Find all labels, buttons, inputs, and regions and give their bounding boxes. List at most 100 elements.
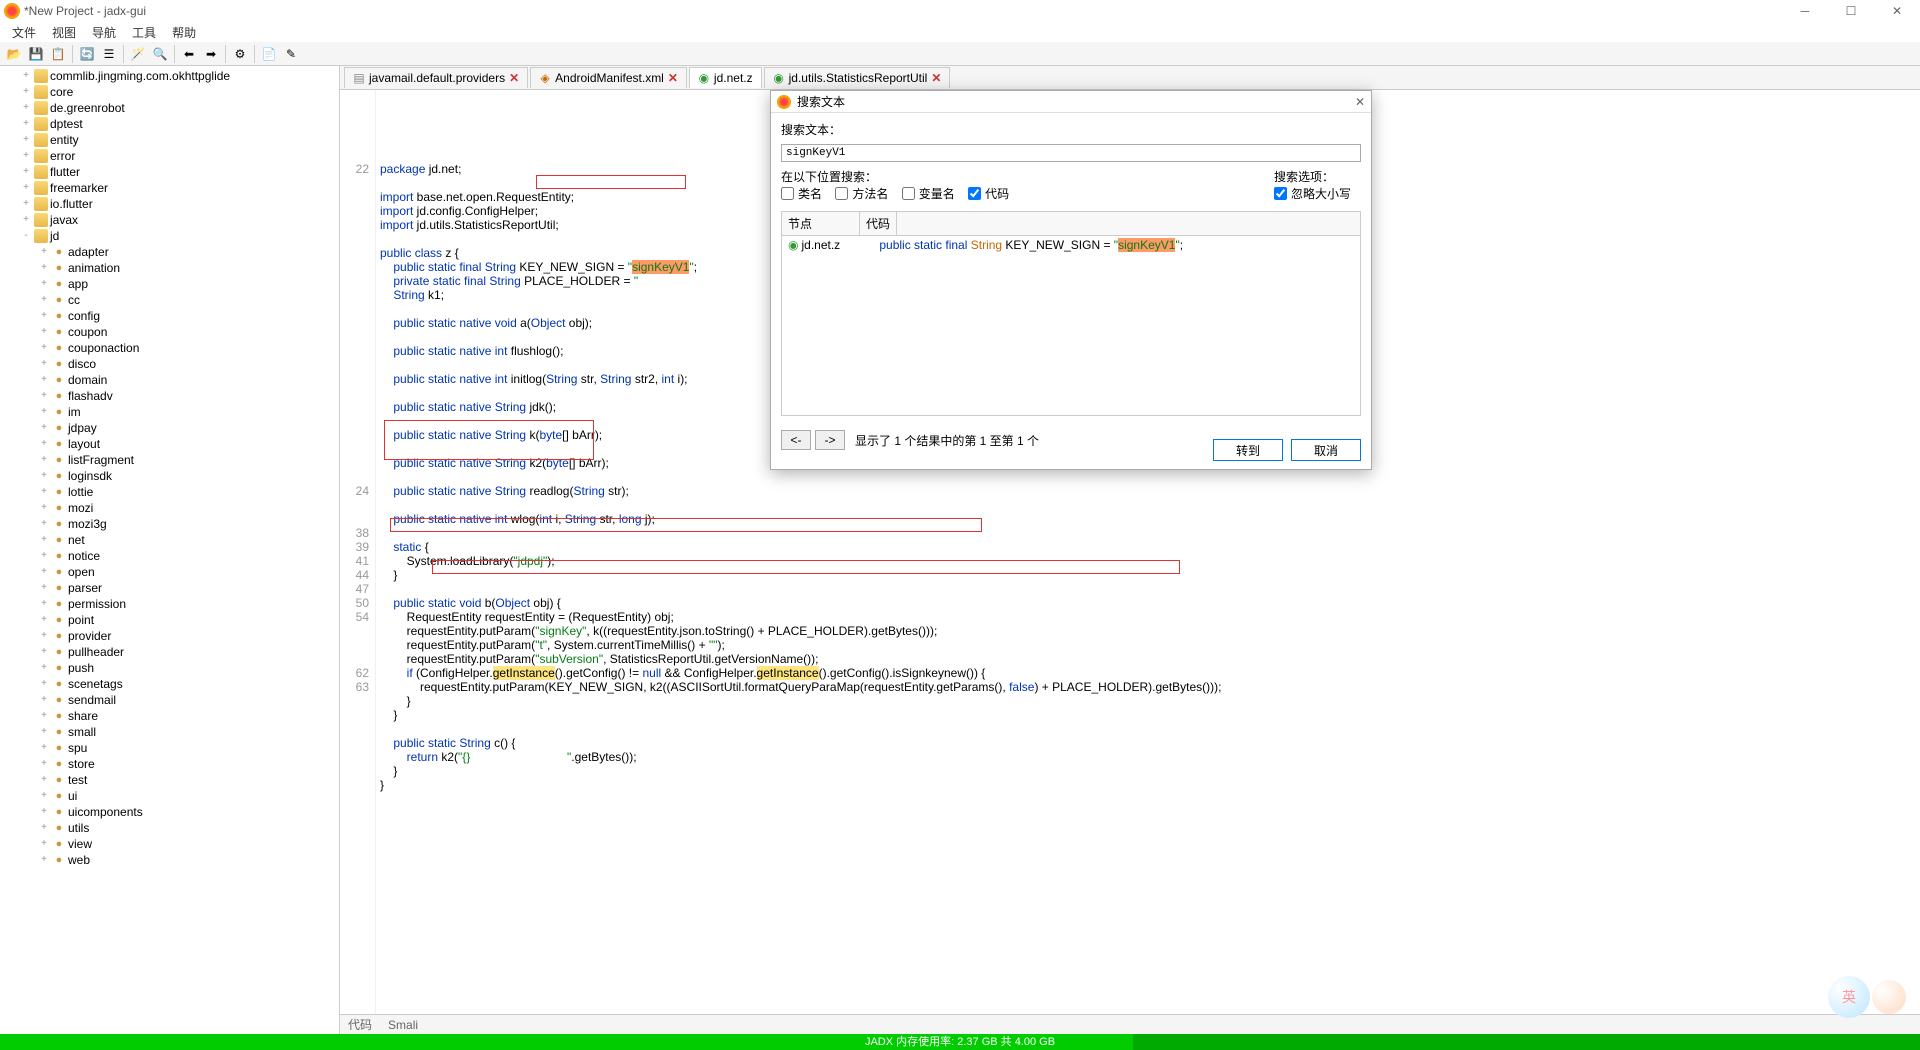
tree-item[interactable]: +config — [0, 308, 339, 324]
result-list[interactable]: ◉jd.net.z public static final String KEY… — [781, 236, 1361, 416]
tree-item[interactable]: +pullheader — [0, 644, 339, 660]
assistant-widget[interactable]: 英 — [1820, 968, 1910, 1018]
package-tree[interactable]: +commlib.jingming.com.okhttpglide+core+d… — [0, 66, 340, 1034]
open-icon[interactable]: 📂 — [4, 44, 24, 64]
tree-item[interactable]: +mozi3g — [0, 516, 339, 532]
menu-tools[interactable]: 工具 — [124, 22, 164, 42]
tree-item[interactable]: +provider — [0, 628, 339, 644]
tree-item[interactable]: +scenetags — [0, 676, 339, 692]
tree-item[interactable]: +view — [0, 836, 339, 852]
tree-item[interactable]: +sendmail — [0, 692, 339, 708]
cancel-button[interactable]: 取消 — [1291, 439, 1361, 461]
close-icon[interactable]: ✕ — [668, 71, 678, 85]
back-icon[interactable]: ⬅ — [179, 44, 199, 64]
tree-item[interactable]: +commlib.jingming.com.okhttpglide — [0, 68, 339, 84]
col-node: 节点 — [782, 212, 860, 235]
tree-item[interactable]: +store — [0, 756, 339, 772]
wand-icon[interactable]: 🪄 — [128, 44, 148, 64]
col-code: 代码 — [860, 212, 897, 235]
tree-item[interactable]: +flashadv — [0, 388, 339, 404]
tree-item[interactable]: +coupon — [0, 324, 339, 340]
tree-item[interactable]: +spu — [0, 740, 339, 756]
tab-code[interactable]: 代码 — [348, 1016, 372, 1033]
menu-file[interactable]: 文件 — [4, 22, 44, 42]
tree-item[interactable]: +push — [0, 660, 339, 676]
tree-item[interactable]: +layout — [0, 436, 339, 452]
save-all-icon[interactable]: 📋 — [48, 44, 68, 64]
tree-item[interactable]: +permission — [0, 596, 339, 612]
chk-ignore-case[interactable] — [1274, 187, 1287, 200]
close-icon[interactable]: ✕ — [509, 71, 519, 85]
settings-icon[interactable]: ⚙ — [230, 44, 250, 64]
menu-view[interactable]: 视图 — [44, 22, 84, 42]
result-row[interactable]: ◉jd.net.z public static final String KEY… — [782, 236, 1360, 254]
tree-item[interactable]: +share — [0, 708, 339, 724]
tree-item[interactable]: +javax — [0, 212, 339, 228]
tree-item[interactable]: +cc — [0, 292, 339, 308]
tree-item[interactable]: +jdpay — [0, 420, 339, 436]
save-icon[interactable]: 💾 — [26, 44, 46, 64]
tree-item[interactable]: +error — [0, 148, 339, 164]
tree-item[interactable]: +app — [0, 276, 339, 292]
tree-item[interactable]: +core — [0, 84, 339, 100]
list-icon[interactable]: ☰ — [99, 44, 119, 64]
tree-item[interactable]: +parser — [0, 580, 339, 596]
tree-item[interactable]: +utils — [0, 820, 339, 836]
search-icon[interactable]: 🔍 — [150, 44, 170, 64]
tab-smali[interactable]: Smali — [388, 1018, 418, 1032]
close-icon[interactable]: ✕ — [931, 71, 941, 85]
tree-item[interactable]: +couponaction — [0, 340, 339, 356]
log-icon[interactable]: 📄 — [259, 44, 279, 64]
search-input[interactable] — [781, 144, 1361, 162]
close-button[interactable]: ✕ — [1874, 0, 1920, 22]
tree-item[interactable]: -jd — [0, 228, 339, 244]
tree-item[interactable]: +net — [0, 532, 339, 548]
goto-button[interactable]: 转到 — [1213, 439, 1283, 461]
next-result-button[interactable]: -> — [815, 430, 845, 450]
tree-item[interactable]: +flutter — [0, 164, 339, 180]
chk-var[interactable] — [902, 187, 915, 200]
window-title: *New Project - jadx-gui — [24, 4, 146, 18]
tree-item[interactable]: +im — [0, 404, 339, 420]
tree-item[interactable]: +freemarker — [0, 180, 339, 196]
sync-icon[interactable]: 🔄 — [77, 44, 97, 64]
prev-result-button[interactable]: <- — [781, 430, 811, 450]
tree-item[interactable]: +ui — [0, 788, 339, 804]
editor-tab[interactable]: ◉jd.net.z — [689, 67, 762, 88]
tree-item[interactable]: +io.flutter — [0, 196, 339, 212]
tree-item[interactable]: +domain — [0, 372, 339, 388]
tree-item[interactable]: +entity — [0, 132, 339, 148]
tree-item[interactable]: +test — [0, 772, 339, 788]
chk-code[interactable] — [968, 187, 981, 200]
tree-item[interactable]: +small — [0, 724, 339, 740]
editor-tab[interactable]: ▤javamail.default.providers✕ — [344, 67, 528, 88]
chk-method[interactable] — [835, 187, 848, 200]
chk-class[interactable] — [781, 187, 794, 200]
tree-item[interactable]: +adapter — [0, 244, 339, 260]
dialog-close-button[interactable]: ✕ — [1355, 95, 1365, 109]
tree-item[interactable]: +animation — [0, 260, 339, 276]
editor-tab[interactable]: ◉jd.utils.StatisticsReportUtil✕ — [764, 67, 951, 88]
tree-item[interactable]: +uicomponents — [0, 804, 339, 820]
forward-icon[interactable]: ➡ — [201, 44, 221, 64]
maximize-button[interactable]: ☐ — [1828, 0, 1874, 22]
class-icon: ◉ — [788, 238, 798, 252]
menu-help[interactable]: 帮助 — [164, 22, 204, 42]
edit-icon[interactable]: ✎ — [281, 44, 301, 64]
tree-item[interactable]: +open — [0, 564, 339, 580]
tree-item[interactable]: +de.greenrobot — [0, 100, 339, 116]
tree-item[interactable]: +dptest — [0, 116, 339, 132]
where-label: 在以下位置搜索： — [781, 170, 877, 184]
editor-tab[interactable]: ◈AndroidManifest.xml✕ — [530, 67, 687, 88]
menu-nav[interactable]: 导航 — [84, 22, 124, 42]
tree-item[interactable]: +lottie — [0, 484, 339, 500]
tree-item[interactable]: +web — [0, 852, 339, 868]
tree-item[interactable]: +loginsdk — [0, 468, 339, 484]
tree-item[interactable]: +point — [0, 612, 339, 628]
tree-item[interactable]: +listFragment — [0, 452, 339, 468]
tree-item[interactable]: +disco — [0, 356, 339, 372]
minimize-button[interactable]: ─ — [1782, 0, 1828, 22]
tree-item[interactable]: +mozi — [0, 500, 339, 516]
toolbar: 📂 💾 📋 🔄 ☰ 🪄 🔍 ⬅ ➡ ⚙ 📄 ✎ — [0, 42, 1920, 66]
tree-item[interactable]: +notice — [0, 548, 339, 564]
